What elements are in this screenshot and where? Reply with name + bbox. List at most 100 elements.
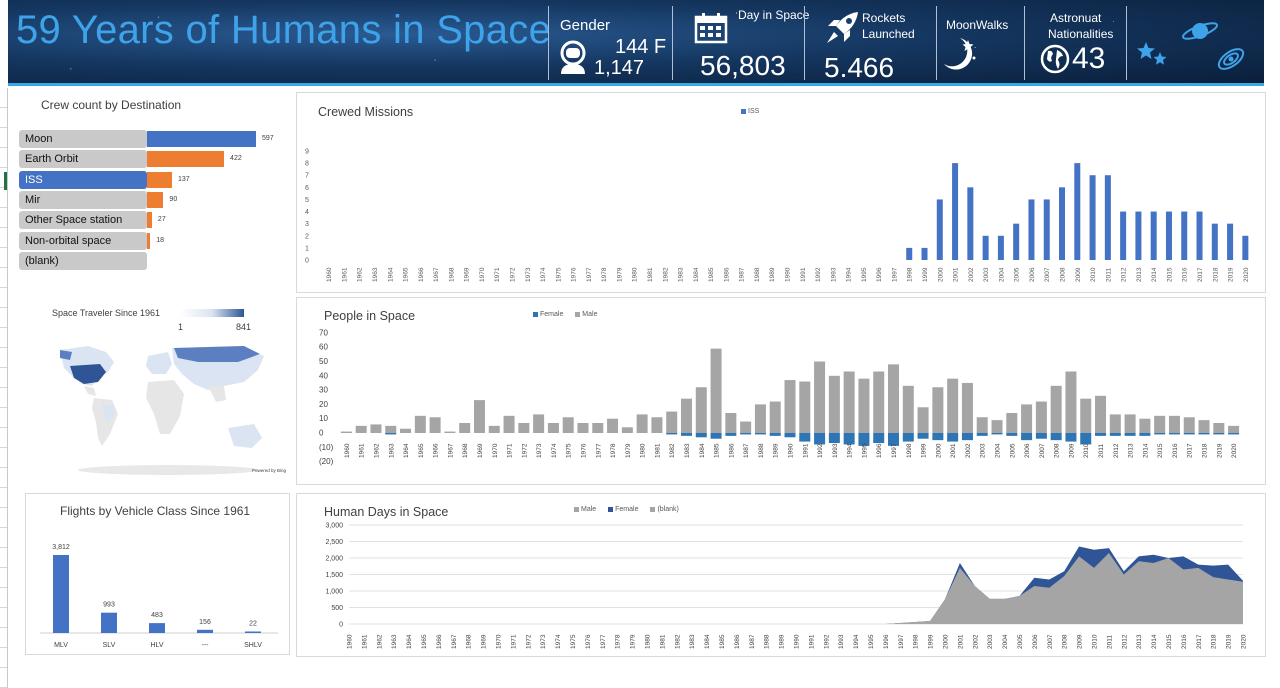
female-bar: [932, 433, 944, 441]
x-tick-label: 2005: [1014, 267, 1021, 282]
x-tick-label: 1969: [464, 267, 471, 282]
x-tick-label: 2007: [1047, 634, 1054, 649]
x-tick-label: 1983: [678, 267, 685, 282]
y-tick-label: 20: [319, 400, 328, 409]
y-tick-label: 10: [319, 414, 328, 423]
human-days-chart: 0 500 1,000 1,500 2,000 2,500 3,000 1960 1961 196…: [325, 523, 1247, 650]
header-divider: [1024, 6, 1025, 80]
female-bar: [1035, 433, 1047, 439]
y-tick-label: 2,500: [325, 539, 343, 546]
usa-region: [70, 364, 106, 384]
y-tick-label: 9: [305, 149, 309, 156]
female-bar: [828, 433, 840, 444]
male-bar: [621, 427, 633, 433]
iss-bar: [1120, 211, 1127, 260]
x-tick-label: 1964: [387, 267, 394, 282]
slicer-item[interactable]: Moon: [19, 130, 147, 148]
x-tick-label: 2015: [1166, 267, 1173, 282]
crew-count-bar: [147, 131, 256, 147]
male-bar: [843, 371, 855, 433]
x-tick-label: 2005: [1009, 443, 1016, 458]
x-tick-label: 1977: [586, 267, 593, 282]
x-tick-label: 1960: [344, 443, 351, 458]
x-tick-label: 1970: [492, 443, 499, 458]
crewed-missions-chart: 0 1 2 3 4 5 6 7 8 9 1960 1961 1962 1963 1964 1965 1966 19…: [305, 149, 1250, 283]
y-tick-label: (20): [319, 457, 334, 466]
male-bar: [592, 422, 604, 433]
female-bar: [947, 433, 959, 442]
male-bar: [370, 424, 382, 433]
male-bar: [547, 422, 559, 433]
female-count: 144 F: [615, 36, 667, 58]
x-tick-label: 1966: [436, 634, 443, 649]
iss-bar: [997, 235, 1004, 260]
x-tick-label: 2013: [1136, 267, 1143, 282]
x-tick-label: 2001: [950, 443, 957, 458]
iss-bar: [982, 235, 989, 260]
y-tick-label: 0: [319, 429, 324, 438]
male-bar: [1228, 425, 1240, 433]
vehicle-value-label: 22: [249, 621, 257, 628]
iss-bar: [1013, 223, 1020, 260]
slicer-item[interactable]: Mir: [19, 190, 147, 209]
x-tick-label: 1996: [876, 443, 883, 458]
male-count: 1,147: [594, 57, 645, 79]
female-bar: [680, 433, 692, 436]
vehicle-bar: [197, 629, 213, 633]
world-map[interactable]: Powered by Bing: [48, 342, 288, 476]
y-tick-label: 2: [305, 233, 309, 240]
male-bar: [1154, 415, 1166, 433]
x-tick-label: 1993: [832, 443, 839, 458]
slicer-item[interactable]: Non-orbital space: [19, 231, 147, 250]
x-tick-label: 2019: [1228, 267, 1235, 282]
vehicle-class-chart: 3,812 MLV 993 SLV 483 HLV 156 --- 22 SHLV: [40, 544, 278, 649]
x-tick-label: 1997: [898, 634, 905, 649]
x-tick-label: 2008: [1060, 267, 1067, 282]
female-bar: [1183, 433, 1195, 435]
slicer-item[interactable]: (blank): [19, 251, 147, 270]
iss-bar: [906, 247, 913, 260]
female-bar: [1213, 433, 1225, 435]
x-tick-label: 2018: [1212, 267, 1219, 282]
slicer-item[interactable]: ISS: [19, 170, 147, 189]
male-bar: [858, 378, 870, 433]
male-bar: [828, 375, 840, 433]
days-value: 56,803: [700, 50, 786, 81]
x-tick-label: 1997: [891, 267, 898, 282]
female-bar: [1154, 433, 1166, 435]
x-tick-label: 1998: [907, 267, 914, 282]
female-bar: [666, 433, 678, 435]
male-bar: [695, 387, 707, 433]
vehicle-value-label: 483: [151, 612, 163, 619]
x-tick-label: 1970: [479, 267, 486, 282]
slicer-item[interactable]: Other Space station: [19, 211, 147, 230]
crew-count-bar: [147, 191, 164, 208]
female-bar: [1065, 433, 1077, 442]
male-bar: [459, 422, 471, 433]
vehicle-bar: [245, 631, 261, 633]
x-tick-label: 1985: [719, 634, 726, 649]
y-tick-label: 40: [319, 371, 328, 380]
x-tick-label: 2002: [968, 267, 975, 282]
x-tick-label: 2001: [953, 267, 960, 282]
y-tick-label: 30: [319, 386, 328, 395]
x-tick-label: 2006: [1032, 634, 1039, 649]
iss-bar: [1028, 199, 1035, 260]
x-tick-label: 2000: [943, 634, 950, 649]
x-tick-label: 2019: [1226, 634, 1233, 649]
crew-count-title: Crew count by Destination: [41, 98, 182, 112]
x-tick-label: 1963: [388, 443, 395, 458]
slicer-item[interactable]: Earth Orbit: [19, 150, 147, 169]
rockets-kpi: Rockets Launched 5.466: [808, 0, 936, 86]
male-bar: [917, 407, 929, 433]
x-tick-label: 1992: [817, 443, 824, 458]
rockets-label-line1: Rockets: [862, 11, 906, 25]
female-bar: [1228, 433, 1240, 435]
crew-count-bar: [147, 232, 151, 249]
x-tick-label: 1998: [906, 443, 913, 458]
x-tick-label: 1962: [373, 443, 380, 458]
x-tick-label: 2010: [1090, 267, 1097, 282]
female-bar: [902, 433, 914, 442]
x-tick-label: 1975: [555, 267, 562, 282]
x-tick-label: 1979: [625, 443, 632, 458]
